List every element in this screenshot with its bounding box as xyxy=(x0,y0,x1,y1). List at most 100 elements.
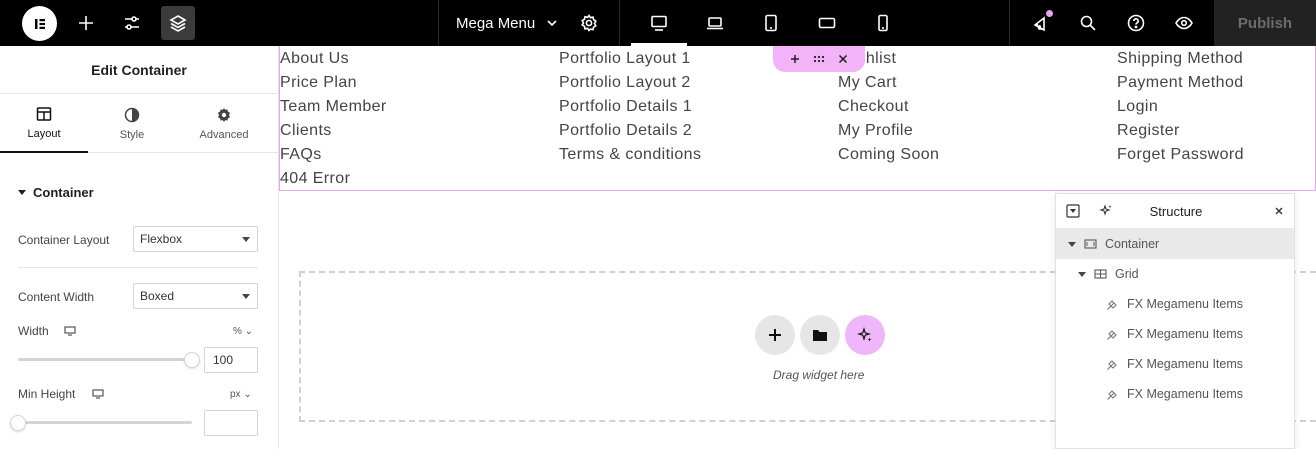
preview-button[interactable] xyxy=(1167,6,1201,40)
device-mobile-button[interactable] xyxy=(866,6,900,40)
search-button[interactable] xyxy=(1071,6,1105,40)
structure-header: Structure xyxy=(1056,194,1294,229)
device-tablet-button[interactable] xyxy=(754,6,788,40)
elementor-logo-icon[interactable] xyxy=(22,6,57,41)
menu-link[interactable]: Terms & conditions xyxy=(559,144,701,168)
width-input[interactable]: 100 xyxy=(204,347,258,373)
caret-down-icon xyxy=(242,237,250,242)
edit-panel: Edit Container Layout Style Advanced Con… xyxy=(0,46,279,449)
publish-button[interactable]: Publish xyxy=(1214,0,1316,46)
menu-link[interactable]: Forget Password xyxy=(1117,144,1244,168)
content-width-select[interactable]: Boxed xyxy=(133,283,258,309)
document-title: Mega Menu xyxy=(456,14,536,32)
desktop-icon[interactable] xyxy=(64,326,76,336)
menu-link[interactable]: About Us xyxy=(280,48,387,72)
tab-label: Style xyxy=(119,128,145,141)
menu-link[interactable]: Checkout xyxy=(838,96,939,120)
structure-item[interactable]: Container xyxy=(1056,229,1294,259)
width-slider-handle[interactable] xyxy=(184,352,200,368)
drag-dots-icon xyxy=(813,55,825,63)
menu-link[interactable]: Coming Soon xyxy=(838,144,939,168)
structure-toggle-button[interactable] xyxy=(161,6,195,40)
container-layout-select[interactable]: Flexbox xyxy=(133,226,258,252)
structure-item-label: FX Megamenu Items xyxy=(1127,357,1244,371)
tab-layout[interactable]: Layout xyxy=(0,94,88,153)
menu-link[interactable]: Portfolio Details 2 xyxy=(559,120,701,144)
plus-icon xyxy=(790,55,799,63)
caret-down-icon[interactable] xyxy=(1078,271,1086,277)
menu-link[interactable]: My Cart xyxy=(838,72,939,96)
plus-icon xyxy=(769,329,781,341)
width-unit-select[interactable]: % ⌄ xyxy=(233,326,253,337)
add-widget-button[interactable] xyxy=(755,315,795,355)
menu-link[interactable]: Payment Method xyxy=(1117,72,1244,96)
notifications-button[interactable] xyxy=(1024,6,1058,40)
menu-link[interactable]: FAQs xyxy=(280,144,387,168)
menu-link[interactable]: Portfolio Layout 2 xyxy=(559,72,701,96)
device-desktop-button[interactable] xyxy=(642,6,676,40)
laptop-icon xyxy=(707,17,723,30)
menu-link[interactable]: Team Member xyxy=(280,96,387,120)
menu-link[interactable]: Register xyxy=(1117,120,1244,144)
mobile-icon xyxy=(878,14,888,32)
help-button[interactable] xyxy=(1119,6,1153,40)
menu-link[interactable]: Clients xyxy=(280,120,387,144)
min-height-label: Min Height xyxy=(18,387,76,401)
menu-link[interactable]: Portfolio Details 1 xyxy=(559,96,701,120)
structure-item[interactable]: FX Megamenu Items xyxy=(1056,289,1294,319)
divider xyxy=(619,0,620,46)
divider xyxy=(438,0,439,46)
structure-item-label: FX Megamenu Items xyxy=(1127,387,1244,401)
device-tablet-landscape-button[interactable] xyxy=(810,6,844,40)
min-height-input[interactable] xyxy=(204,410,258,436)
structure-item[interactable]: FX Megamenu Items xyxy=(1056,349,1294,379)
add-container-button[interactable] xyxy=(790,54,800,64)
add-element-button[interactable] xyxy=(69,6,103,40)
ai-generate-button[interactable] xyxy=(845,315,885,355)
menu-link[interactable]: Login xyxy=(1117,96,1244,120)
min-height-unit-select[interactable]: px ⌄ xyxy=(230,389,252,400)
menu-link[interactable]: 404 Error xyxy=(280,168,387,192)
select-value: Boxed xyxy=(140,289,175,303)
menu-link[interactable]: Portfolio Layout 1 xyxy=(559,48,701,72)
widget-icon xyxy=(1106,328,1127,341)
tab-label: Advanced xyxy=(199,128,249,141)
site-settings-button[interactable] xyxy=(115,6,149,40)
structure-item[interactable]: FX Megamenu Items xyxy=(1056,379,1294,409)
menu-link[interactable]: Shipping Method xyxy=(1117,48,1244,72)
menu-link[interactable]: Price Plan xyxy=(280,72,387,96)
add-template-button[interactable] xyxy=(800,315,840,355)
tab-advanced[interactable]: Advanced xyxy=(180,94,268,153)
desktop-icon xyxy=(651,15,667,31)
tab-style[interactable]: Style xyxy=(88,94,176,153)
menu-column: Shipping Method Payment Method Login Regist… xyxy=(1117,48,1244,168)
caret-down-icon[interactable] xyxy=(1068,241,1076,247)
search-icon xyxy=(1080,15,1096,31)
page-settings-button[interactable] xyxy=(572,6,606,40)
widget-icon xyxy=(1106,388,1127,401)
drag-handle-button[interactable] xyxy=(813,55,825,63)
close-icon[interactable] xyxy=(1272,204,1286,218)
caret-down-icon xyxy=(242,294,250,299)
menu-column: Portfolio Layout 1 Portfolio Layout 2 Port… xyxy=(559,48,701,168)
desktop-icon[interactable] xyxy=(92,389,104,399)
structure-item[interactable]: FX Megamenu Items xyxy=(1056,319,1294,349)
min-height-slider-handle[interactable] xyxy=(10,415,26,431)
document-title-dropdown[interactable]: Mega Menu xyxy=(456,0,559,46)
delete-container-button[interactable] xyxy=(838,54,848,64)
min-height-slider[interactable] xyxy=(18,421,192,424)
collapse-box-icon[interactable] xyxy=(1066,204,1080,218)
top-bar: Mega Menu Publish xyxy=(0,0,1316,46)
structure-item-label: FX Megamenu Items xyxy=(1127,327,1244,341)
drop-zone-text: Drag widget here xyxy=(773,368,865,382)
section-container-toggle[interactable]: Container xyxy=(18,185,94,200)
unit-label: % xyxy=(233,326,242,337)
structure-panel: Structure Container Grid FX Megamenu Items… xyxy=(1055,193,1295,449)
width-slider[interactable] xyxy=(18,358,192,361)
sparkle-icon[interactable] xyxy=(1099,204,1113,218)
structure-item[interactable]: Grid xyxy=(1056,259,1294,289)
menu-link[interactable]: My Profile xyxy=(838,120,939,144)
select-value: Flexbox xyxy=(140,232,183,246)
device-laptop-button[interactable] xyxy=(698,6,732,40)
container-controls xyxy=(773,46,865,72)
